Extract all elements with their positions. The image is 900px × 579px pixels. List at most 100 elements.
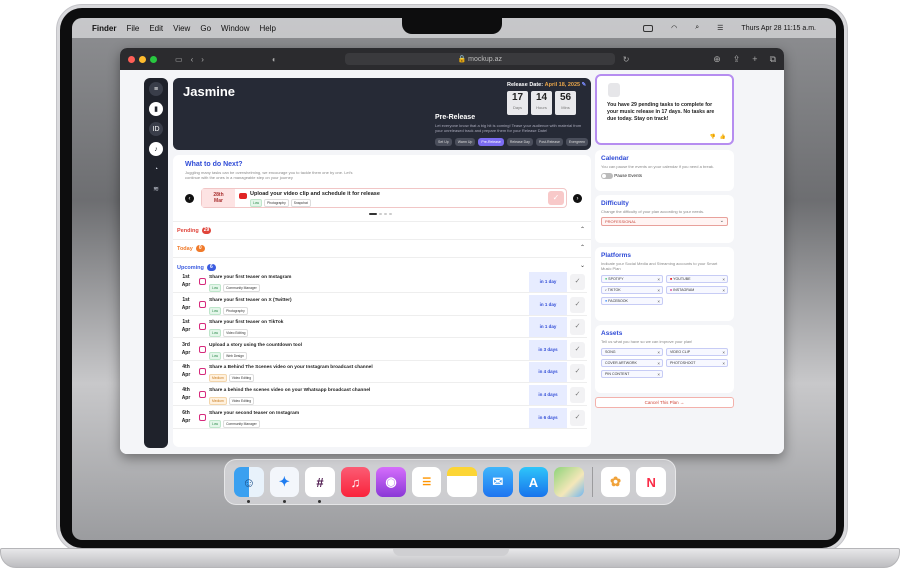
platform-chip-facebook[interactable]: ● FACEBOOK <box>601 297 663 305</box>
analytics-icon[interactable]: ▮ <box>149 102 163 116</box>
reminders-icon[interactable]: ☰ <box>411 467 442 497</box>
menu-go[interactable]: Go <box>200 24 211 33</box>
sidebar-toggle-icon[interactable]: ▭ <box>175 55 183 64</box>
platforms-description: Indicate your Social Media and Streaming… <box>601 261 718 271</box>
carousel-next-button[interactable]: › <box>573 194 582 203</box>
news-icon[interactable]: N <box>636 467 666 497</box>
platform-chip-instagram[interactable]: ◘ INSTAGRAM <box>666 286 728 294</box>
section-upcoming[interactable]: Upcoming 6 <box>177 264 216 271</box>
thumbs-down-icon[interactable]: 👎 <box>710 134 716 140</box>
countdown-days-value: 17 <box>511 92 524 103</box>
carousel-complete-button[interactable]: ✓ <box>548 191 564 205</box>
task-complete-button[interactable]: ✓ <box>570 296 585 313</box>
soundwave-icon[interactable]: ≋ <box>149 182 163 196</box>
page-dot[interactable] <box>389 213 392 215</box>
asset-chip[interactable]: PIN CONTENT <box>601 370 663 378</box>
task-complete-button[interactable]: ✓ <box>570 409 585 426</box>
podcasts-icon[interactable]: ◉ <box>376 467 406 497</box>
task-row[interactable]: 3rd Apr Upload a story using the countdown… <box>173 339 587 361</box>
chevron-up-icon[interactable]: ⌃ <box>580 226 585 233</box>
menu-help[interactable]: Help <box>259 24 275 33</box>
task-title: Share your first teaser on Instagram <box>209 275 292 280</box>
task-due: in 1 day <box>529 272 567 292</box>
task-date-day: 1st <box>182 296 190 303</box>
menu-view[interactable]: View <box>173 24 190 33</box>
cancel-plan-button[interactable]: Cancel This Plan → <box>595 397 734 408</box>
stage-evergreen[interactable]: Evergreen <box>565 138 589 146</box>
asset-chip[interactable]: VIDEO CLIP <box>666 348 728 356</box>
task-complete-button[interactable]: ✓ <box>570 274 585 290</box>
edit-icon[interactable]: ✎ <box>582 82 587 88</box>
minimize-window-button[interactable] <box>139 55 146 63</box>
dashboard-icon[interactable]: ◔ <box>149 162 163 176</box>
task-row[interactable]: 1st Apr Share your first teaser on TikTok L… <box>173 317 587 339</box>
photos-icon[interactable]: ✿ <box>600 467 631 497</box>
reload-icon[interactable]: ↻ <box>623 55 630 64</box>
task-row[interactable]: 4th Apr Share a behind the scenes video on… <box>173 385 587 406</box>
chevron-down-icon[interactable]: ⌄ <box>580 262 585 269</box>
page-dot[interactable] <box>379 213 382 215</box>
stage-release-day[interactable]: Release Day <box>506 138 533 146</box>
notes-icon[interactable] <box>447 467 478 497</box>
pause-events-toggle[interactable] <box>601 173 613 179</box>
share-icon[interactable]: ⇪ <box>733 54 741 65</box>
mail-icon[interactable]: ✉ <box>483 467 513 497</box>
back-icon[interactable]: ‹ <box>191 55 194 64</box>
new-tab-icon[interactable]: + <box>752 54 757 65</box>
asset-chip[interactable]: SONG <box>601 348 663 356</box>
task-complete-button[interactable]: ✓ <box>570 319 585 336</box>
section-today[interactable]: Today 0 <box>177 245 205 252</box>
task-row[interactable]: 1st Apr Share your first teaser on Instagr… <box>173 272 587 293</box>
forward-icon[interactable]: › <box>201 55 204 64</box>
page-dot[interactable] <box>384 213 387 215</box>
difficulty-select[interactable]: PROFESSIONAL <box>601 217 728 226</box>
section-pending[interactable]: Pending 29 <box>177 227 212 234</box>
menu-file[interactable]: File <box>126 24 139 33</box>
planner-icon[interactable]: ♪ <box>149 142 163 156</box>
menubar-clock[interactable]: Thurs Apr 28 11:15 a.m. <box>741 25 816 32</box>
maps-icon[interactable] <box>554 467 584 497</box>
menu-window[interactable]: Window <box>221 24 249 33</box>
menu-finder[interactable]: Finder <box>92 24 116 33</box>
battery-icon[interactable] <box>643 24 654 32</box>
task-row[interactable]: 6th Apr Share your second teaser on Instag… <box>173 407 587 429</box>
music-icon[interactable]: ♫ <box>340 467 371 497</box>
task-complete-button[interactable]: ✓ <box>570 387 585 403</box>
todo-panel: What to do Next? Juggling many tasks can… <box>173 155 591 447</box>
download-icon[interactable]: ⊕ <box>713 54 721 65</box>
asset-chip[interactable]: PHOTOSHOOT <box>666 359 728 367</box>
thumbs-up-icon[interactable]: 👍 <box>720 134 726 140</box>
close-window-button[interactable] <box>128 55 135 63</box>
carousel-prev-button[interactable]: ‹ <box>185 194 194 203</box>
task-row[interactable]: 4th Apr Share a Behind The Scenes video on… <box>173 362 587 384</box>
control-center-icon[interactable]: ☰ <box>717 24 723 32</box>
menu-edit[interactable]: Edit <box>149 24 163 33</box>
zoom-window-button[interactable] <box>150 55 157 63</box>
wifi-icon[interactable]: ◠ <box>671 24 677 32</box>
task-complete-button[interactable]: ✓ <box>570 364 585 381</box>
search-icon[interactable]: ⌕ <box>695 24 699 32</box>
id-card-icon[interactable]: ID <box>149 122 163 136</box>
carousel-task-card[interactable]: 28th Mar Upload your video clip and sched… <box>201 188 567 208</box>
platform-chip-spotify[interactable]: ● SPOTIFY <box>601 275 663 283</box>
stage-warm-up[interactable]: Warm Up <box>454 138 476 146</box>
slack-icon[interactable]: # <box>305 467 335 503</box>
safari-icon[interactable]: ✦ <box>269 467 300 503</box>
address-bar[interactable]: 🔒 mockup.az <box>344 53 615 65</box>
asset-chip[interactable]: COVER ARTWORK <box>601 359 663 367</box>
task-row[interactable]: 1st Apr Share your first teaser on X (Twit… <box>173 294 587 316</box>
platform-chip-tiktok[interactable]: ♪ TIKTOK <box>601 286 663 294</box>
privacy-shield-icon[interactable]: ◐ <box>272 55 277 64</box>
stage-pre-release[interactable]: Pre-Release <box>478 138 504 146</box>
task-complete-button[interactable]: ✓ <box>570 341 585 358</box>
stage-post-release[interactable]: Post-Release <box>535 138 563 146</box>
platform-chip-label: INSTAGRAM <box>673 288 695 292</box>
finder-icon[interactable]: ☺ <box>234 467 264 503</box>
platform-chip-youtube[interactable]: ■ YOUTUBE <box>666 275 728 283</box>
chevron-up-icon[interactable]: ⌃ <box>580 244 585 251</box>
app-store-icon[interactable]: A <box>518 467 549 497</box>
menu-icon[interactable]: ≡ <box>149 82 163 96</box>
stage-set-up[interactable]: Set Up <box>435 138 452 146</box>
tabs-overview-icon[interactable]: ⧉ <box>770 54 776 65</box>
page-dot[interactable] <box>369 213 377 215</box>
